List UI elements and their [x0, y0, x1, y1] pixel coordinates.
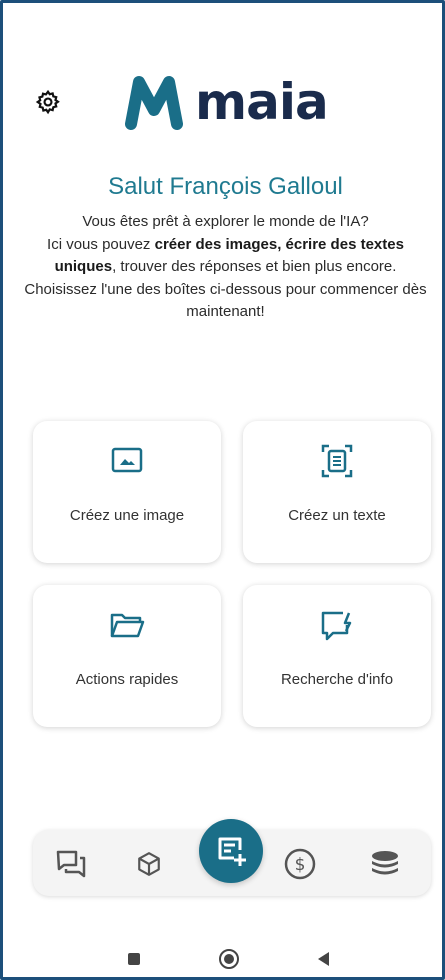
card-label: Recherche d'info [280, 671, 394, 688]
cube-icon [138, 852, 160, 876]
app-frame: maia Salut François Galloul Vous êtes pr… [0, 0, 445, 980]
nav-pricing-button[interactable]: $ [282, 846, 318, 882]
maia-m-logo-icon [125, 76, 183, 130]
intro-line-2: Ici vous pouvez créer des images, écrire… [47, 235, 404, 276]
settings-button[interactable] [33, 87, 63, 117]
card-create-image[interactable]: Créez une image [33, 421, 221, 563]
back-button[interactable] [311, 947, 335, 971]
folder-icon [109, 607, 145, 643]
new-note-icon [218, 837, 246, 866]
card-label: Créez une image [69, 507, 185, 524]
back-triangle-icon [318, 952, 329, 966]
image-icon [110, 443, 144, 479]
maia-logo: maia [121, 67, 329, 137]
dollar-icon: $ [284, 848, 316, 880]
greeting-title: Salut François Galloul [108, 173, 343, 200]
intro-line-1: Vous êtes prêt à explorer le monde de l'… [82, 213, 369, 230]
home-circle-icon [219, 949, 239, 969]
database-icon [372, 851, 398, 875]
nav-chat-button[interactable] [53, 846, 89, 882]
card-quick-actions[interactable]: Actions rapides [33, 585, 221, 727]
intro-line-3: Choisissez l'une des boîtes ci-dessous p… [24, 280, 427, 321]
text-document-icon [320, 443, 354, 479]
card-info-search[interactable]: Recherche d'info [243, 585, 431, 727]
card-label: Créez un texte [288, 507, 386, 524]
nav-models-button[interactable] [131, 846, 167, 882]
card-label: Actions rapides [75, 671, 179, 688]
chat-search-icon [319, 607, 355, 643]
new-note-button[interactable] [199, 819, 263, 883]
chat-icon [56, 850, 86, 878]
intro-text: Vous êtes prêt à explorer le monde de l'… [23, 211, 428, 324]
home-button[interactable] [217, 947, 241, 971]
logo-wordmark: maia [195, 73, 329, 131]
recents-square-icon [128, 953, 140, 965]
svg-text:$: $ [295, 855, 306, 875]
card-create-text[interactable]: Créez un texte [243, 421, 431, 563]
gear-icon [35, 89, 60, 115]
nav-data-button[interactable] [367, 846, 403, 882]
recents-button[interactable] [122, 947, 146, 971]
